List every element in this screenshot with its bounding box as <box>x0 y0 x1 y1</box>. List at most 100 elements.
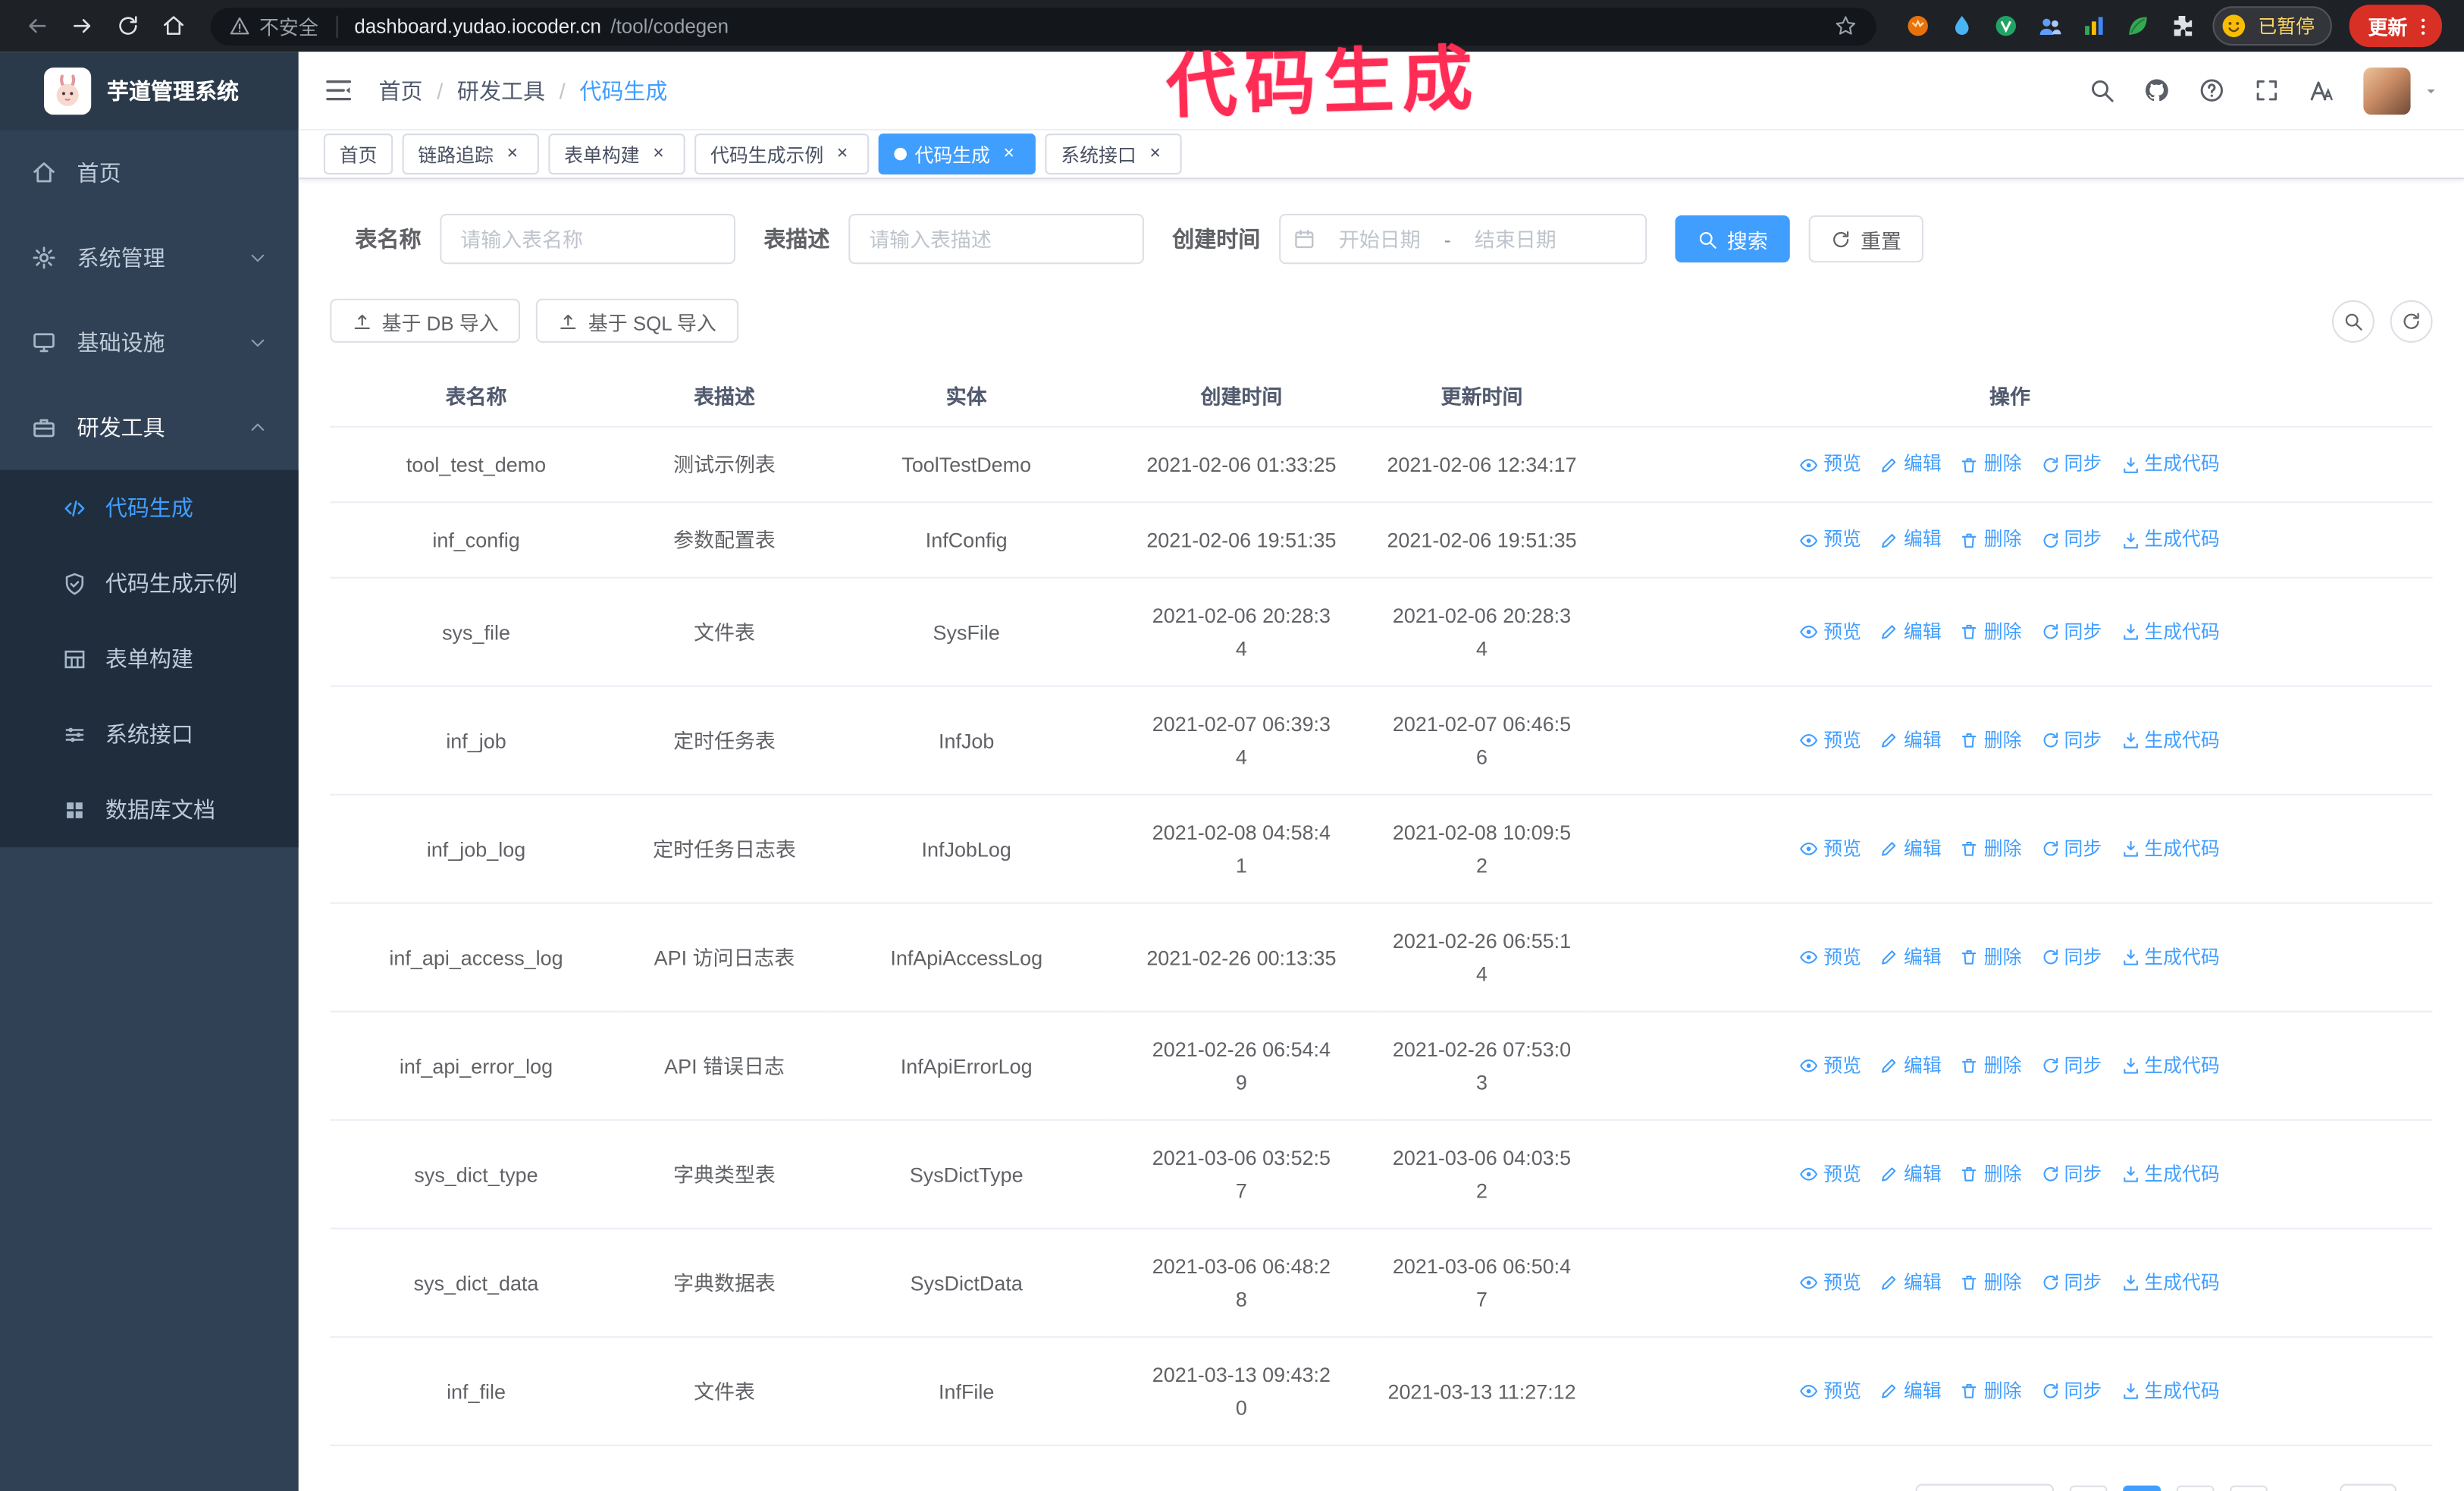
address-bar[interactable]: 不安全 dashboard.yudao.iocoder.cn/tool/code… <box>210 7 1876 46</box>
op-generate-link[interactable]: 生成代码 <box>2121 1050 2220 1083</box>
sidebar-item-codegen[interactable]: 代码生成 <box>0 470 299 545</box>
op-delete-link[interactable]: 删除 <box>1961 941 2022 975</box>
op-delete-link[interactable]: 删除 <box>1961 448 2022 482</box>
caret-down-icon[interactable] <box>2423 83 2439 99</box>
op-generate-link[interactable]: 生成代码 <box>2121 523 2220 557</box>
op-edit-link[interactable]: 编辑 <box>1880 724 1942 757</box>
chart-extension-icon[interactable] <box>2080 13 2107 39</box>
github-icon[interactable] <box>2143 77 2170 104</box>
sidebar-toggle-icon[interactable] <box>324 75 353 105</box>
op-preview-link[interactable]: 预览 <box>1800 832 1861 865</box>
op-delete-link[interactable]: 删除 <box>1961 724 2022 757</box>
op-preview-link[interactable]: 预览 <box>1800 615 1861 648</box>
op-edit-link[interactable]: 编辑 <box>1880 523 1942 557</box>
users-extension-icon[interactable] <box>2036 13 2063 39</box>
op-sync-link[interactable]: 同步 <box>2040 448 2102 482</box>
tab-close-icon[interactable]: × <box>647 143 669 165</box>
table-desc-input[interactable] <box>848 213 1144 265</box>
op-delete-link[interactable]: 删除 <box>1961 1050 2022 1083</box>
search-icon[interactable] <box>2089 77 2115 104</box>
date-end-input[interactable] <box>1457 227 1574 251</box>
op-preview-link[interactable]: 预览 <box>1800 1050 1861 1083</box>
op-delete-link[interactable]: 删除 <box>1961 1158 2022 1191</box>
tab-close-icon[interactable]: × <box>501 143 523 165</box>
op-sync-link[interactable]: 同步 <box>2040 523 2102 557</box>
refresh-table-button[interactable] <box>2390 299 2433 342</box>
browser-home-button[interactable] <box>152 5 195 47</box>
op-edit-link[interactable]: 编辑 <box>1880 615 1942 648</box>
goto-page-input[interactable] <box>2340 1483 2397 1491</box>
import-db-button[interactable]: 基于 DB 导入 <box>330 298 521 343</box>
page-size-select[interactable]: 10条/页 <box>1916 1483 2054 1491</box>
page-2-button[interactable]: 2 <box>2176 1485 2215 1491</box>
op-preview-link[interactable]: 预览 <box>1800 1267 1861 1300</box>
drop-extension-icon[interactable] <box>1948 13 1975 39</box>
browser-forward-button[interactable] <box>61 5 104 47</box>
tab-system-api[interactable]: 系统接口 × <box>1045 133 1182 175</box>
op-generate-link[interactable]: 生成代码 <box>2121 1375 2220 1408</box>
prev-page-button[interactable] <box>2069 1485 2108 1491</box>
tab-codegen-example[interactable]: 代码生成示例 × <box>694 133 870 175</box>
op-preview-link[interactable]: 预览 <box>1800 941 1861 975</box>
date-start-input[interactable] <box>1321 227 1438 251</box>
op-generate-link[interactable]: 生成代码 <box>2121 941 2220 975</box>
op-generate-link[interactable]: 生成代码 <box>2121 1158 2220 1191</box>
op-delete-link[interactable]: 删除 <box>1961 832 2022 865</box>
page-1-button[interactable]: 1 <box>2123 1485 2161 1491</box>
sidebar-item-db-doc[interactable]: 数据库文档 <box>0 772 299 847</box>
op-edit-link[interactable]: 编辑 <box>1880 1267 1942 1300</box>
tab-codegen[interactable]: 代码生成 × <box>878 133 1036 175</box>
op-generate-link[interactable]: 生成代码 <box>2121 448 2220 482</box>
op-edit-link[interactable]: 编辑 <box>1880 1158 1942 1191</box>
op-delete-link[interactable]: 删除 <box>1961 615 2022 648</box>
op-preview-link[interactable]: 预览 <box>1800 1375 1861 1408</box>
tab-trace[interactable]: 链路追踪 × <box>402 133 540 175</box>
leaf-extension-icon[interactable] <box>2124 13 2151 39</box>
bookmark-star-icon[interactable] <box>1834 14 1857 38</box>
tab-form-builder[interactable]: 表单构建 × <box>548 133 685 175</box>
sidebar-item-system-mgmt[interactable]: 系统管理 <box>0 215 299 300</box>
import-sql-button[interactable]: 基于 SQL 导入 <box>536 298 738 343</box>
fullscreen-icon[interactable] <box>2253 77 2280 104</box>
op-preview-link[interactable]: 预览 <box>1800 1158 1861 1191</box>
table-name-input[interactable] <box>440 213 736 265</box>
op-sync-link[interactable]: 同步 <box>2040 832 2102 865</box>
op-generate-link[interactable]: 生成代码 <box>2121 1267 2220 1300</box>
op-preview-link[interactable]: 预览 <box>1800 724 1861 757</box>
op-edit-link[interactable]: 编辑 <box>1880 1375 1942 1408</box>
op-preview-link[interactable]: 预览 <box>1800 523 1861 557</box>
op-sync-link[interactable]: 同步 <box>2040 1375 2102 1408</box>
op-generate-link[interactable]: 生成代码 <box>2121 615 2220 648</box>
v-extension-icon[interactable] <box>1992 13 2019 39</box>
help-icon[interactable] <box>2199 77 2225 104</box>
sidebar-item-devtools[interactable]: 研发工具 <box>0 385 299 470</box>
op-generate-link[interactable]: 生成代码 <box>2121 724 2220 757</box>
op-edit-link[interactable]: 编辑 <box>1880 448 1942 482</box>
op-sync-link[interactable]: 同步 <box>2040 1050 2102 1083</box>
tab-close-icon[interactable]: × <box>1144 143 1166 165</box>
app-logo[interactable]: 芋道管理系统 <box>0 52 299 131</box>
op-sync-link[interactable]: 同步 <box>2040 615 2102 648</box>
next-page-button[interactable] <box>2230 1485 2268 1491</box>
op-delete-link[interactable]: 删除 <box>1961 1267 2022 1300</box>
browser-back-button[interactable] <box>16 5 58 47</box>
op-sync-link[interactable]: 同步 <box>2040 1267 2102 1300</box>
op-generate-link[interactable]: 生成代码 <box>2121 832 2220 865</box>
tab-close-icon[interactable]: × <box>832 143 854 165</box>
sidebar-item-system-api[interactable]: 系统接口 <box>0 696 299 771</box>
breadcrumb-devtools[interactable]: 研发工具 <box>457 74 545 105</box>
op-delete-link[interactable]: 删除 <box>1961 1375 2022 1408</box>
op-delete-link[interactable]: 删除 <box>1961 523 2022 557</box>
reset-button[interactable]: 重置 <box>1808 215 1924 263</box>
date-range-picker[interactable]: - <box>1279 213 1647 265</box>
profile-paused-badge[interactable]: 已暂停 <box>2212 6 2332 46</box>
breadcrumb-home[interactable]: 首页 <box>379 74 423 105</box>
avatar[interactable] <box>2363 67 2411 115</box>
op-sync-link[interactable]: 同步 <box>2040 1158 2102 1191</box>
puzzle-icon[interactable] <box>2168 13 2195 39</box>
browser-update-button[interactable]: 更新 <box>2349 5 2442 48</box>
toggle-search-button[interactable] <box>2331 299 2375 342</box>
browser-reload-button[interactable] <box>107 5 149 47</box>
sidebar-item-home[interactable]: 首页 <box>0 130 299 215</box>
op-sync-link[interactable]: 同步 <box>2040 724 2102 757</box>
